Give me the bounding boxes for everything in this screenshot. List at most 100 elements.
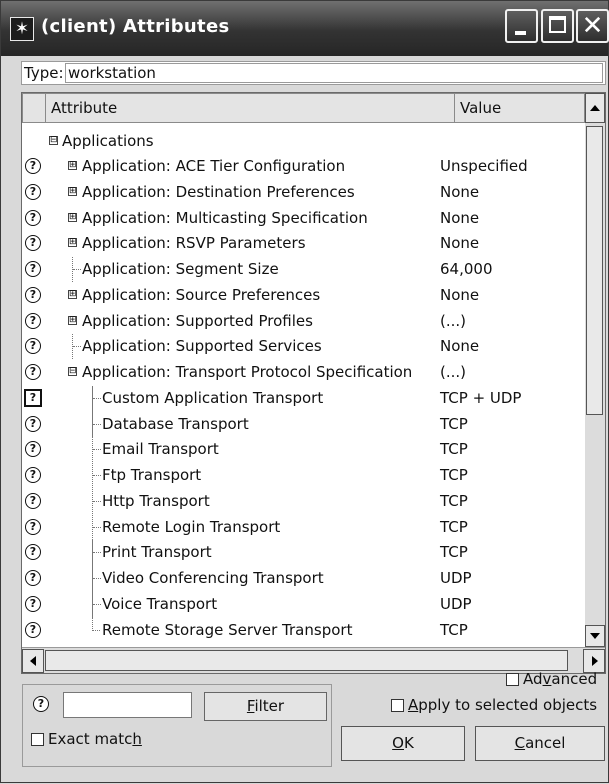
help-icon[interactable]: ? bbox=[25, 416, 41, 432]
help-icon[interactable]: ? bbox=[25, 596, 41, 612]
attribute-value[interactable]: TCP bbox=[440, 440, 468, 458]
table-row[interactable]: ? Remote Storage Server Transport TCP bbox=[22, 618, 585, 643]
apply-to-selected-checkbox[interactable] bbox=[391, 699, 404, 712]
help-icon[interactable]: ? bbox=[25, 622, 41, 638]
help-icon[interactable]: ? bbox=[25, 364, 41, 380]
table-row[interactable]: ? Ftp Transport TCP bbox=[22, 463, 585, 488]
table-row[interactable]: ? ⊞ Application: Multicasting Specificatio… bbox=[22, 206, 585, 231]
column-header-attribute[interactable]: Attribute bbox=[45, 93, 455, 123]
minimize-button[interactable] bbox=[505, 9, 538, 43]
help-cell: ? bbox=[22, 515, 45, 540]
column-header-value[interactable]: Value bbox=[454, 93, 585, 123]
attribute-value[interactable]: None bbox=[440, 234, 479, 252]
table-row[interactable]: ? ⊞ Application: RSVP Parameters None bbox=[22, 231, 585, 256]
help-cell: ? bbox=[22, 463, 45, 488]
help-icon[interactable]: ? bbox=[33, 696, 49, 712]
attribute-value[interactable]: TCP bbox=[440, 543, 468, 561]
table-row[interactable]: ? Database Transport TCP bbox=[22, 412, 585, 437]
table-row[interactable]: ? Voice Transport UDP bbox=[22, 592, 585, 617]
help-icon[interactable]: ? bbox=[25, 570, 41, 586]
table-row[interactable]: ? Print Transport TCP bbox=[22, 540, 585, 565]
table-row[interactable]: ? Email Transport TCP bbox=[22, 437, 585, 462]
help-icon[interactable]: ? bbox=[25, 544, 41, 560]
help-icon[interactable]: ? bbox=[25, 338, 41, 354]
help-icon[interactable]: ? bbox=[25, 261, 41, 277]
attribute-value[interactable]: TCP bbox=[440, 621, 468, 639]
attribute-value[interactable]: TCP bbox=[440, 518, 468, 536]
help-icon[interactable]: ? bbox=[25, 184, 41, 200]
expand-icon[interactable]: ⊞ bbox=[68, 238, 77, 247]
collapse-icon[interactable]: ⊟ bbox=[68, 367, 77, 376]
attribute-value[interactable]: (...) bbox=[440, 363, 466, 381]
filter-input[interactable] bbox=[63, 692, 192, 718]
close-button[interactable]: ✕ bbox=[576, 9, 609, 43]
table-row[interactable]: ? Video Conferencing Transport UDP bbox=[22, 566, 585, 591]
advanced-checkbox[interactable] bbox=[506, 673, 519, 686]
attribute-value[interactable]: UDP bbox=[440, 569, 472, 587]
expand-icon[interactable]: ⊞ bbox=[68, 161, 77, 170]
attribute-name: Email Transport bbox=[102, 440, 219, 458]
exact-match-checkbox[interactable] bbox=[31, 733, 44, 746]
table-row[interactable]: ? ⊞ Application: Destination Preferences No… bbox=[22, 180, 585, 205]
advanced-text-pre: Ad bbox=[523, 670, 543, 688]
help-icon[interactable]: ? bbox=[25, 210, 41, 226]
horizontal-scrollbar[interactable] bbox=[22, 647, 605, 673]
table-row[interactable]: ? ⊞ Application: Supported Profiles (...) bbox=[22, 309, 585, 334]
attribute-value[interactable]: Unspecified bbox=[440, 157, 528, 175]
cancel-button[interactable]: Cancel bbox=[475, 726, 605, 761]
attribute-name: Custom Application Transport bbox=[102, 389, 324, 407]
attribute-value[interactable]: TCP bbox=[440, 492, 468, 510]
table-row[interactable]: ? ⊞ Application: Source Preferences None bbox=[22, 283, 585, 308]
help-icon[interactable]: ? bbox=[25, 235, 41, 251]
collapse-icon[interactable]: ⊟ bbox=[49, 136, 58, 145]
horizontal-scroll-thumb[interactable] bbox=[45, 650, 568, 671]
ok-button[interactable]: OK bbox=[341, 726, 465, 761]
expand-icon[interactable]: ⊞ bbox=[68, 290, 77, 299]
exact-match-label[interactable]: Exact match bbox=[48, 730, 142, 748]
table-row[interactable]: ? Custom Application Transport TCP + UDP bbox=[22, 386, 585, 411]
help-icon[interactable]: ? bbox=[25, 158, 41, 174]
vertical-scroll-thumb[interactable] bbox=[586, 126, 603, 415]
vertical-scrollbar[interactable] bbox=[585, 123, 605, 625]
help-cell: ? bbox=[22, 206, 45, 231]
type-field[interactable]: workstation bbox=[65, 63, 603, 83]
expand-icon[interactable]: ⊞ bbox=[68, 187, 77, 196]
table-row[interactable]: ? ⊟ Application: Transport Protocol Specif… bbox=[22, 360, 585, 385]
help-icon[interactable]: ? bbox=[24, 389, 42, 407]
table-row[interactable]: ? Http Transport TCP bbox=[22, 489, 585, 514]
table-row[interactable]: ? Application: Segment Size 64,000 bbox=[22, 257, 585, 282]
help-icon[interactable]: ? bbox=[25, 287, 41, 303]
maximize-button[interactable] bbox=[541, 9, 574, 43]
attribute-value[interactable]: None bbox=[440, 183, 479, 201]
expand-icon[interactable]: ⊞ bbox=[68, 316, 77, 325]
attribute-value[interactable]: TCP + UDP bbox=[440, 389, 521, 407]
expand-icon[interactable]: ⊞ bbox=[68, 213, 77, 222]
attribute-value[interactable]: UDP bbox=[440, 595, 472, 613]
asterisk-app-icon[interactable]: ✶ bbox=[10, 17, 34, 41]
help-icon[interactable]: ? bbox=[25, 467, 41, 483]
help-icon[interactable]: ? bbox=[25, 519, 41, 535]
group-row-applications[interactable]: ⊟ Applications bbox=[22, 129, 585, 154]
apply-to-selected-label[interactable]: Apply to selected objects bbox=[408, 696, 597, 714]
title-bar[interactable]: ✶ (client) Attributes ✕ bbox=[1, 1, 609, 56]
exact-match-text: Exact matc bbox=[48, 730, 133, 748]
attribute-value[interactable]: (...) bbox=[440, 312, 466, 330]
scroll-down-button[interactable] bbox=[585, 625, 605, 647]
help-icon[interactable]: ? bbox=[25, 441, 41, 457]
attribute-value[interactable]: None bbox=[440, 209, 479, 227]
filter-button[interactable]: Filter bbox=[204, 692, 327, 721]
help-icon[interactable]: ? bbox=[25, 313, 41, 329]
attribute-value[interactable]: TCP bbox=[440, 466, 468, 484]
table-row[interactable]: ? ⊞ Application: ACE Tier Configuration Uns… bbox=[22, 154, 585, 179]
help-icon[interactable]: ? bbox=[25, 493, 41, 509]
scroll-up-button[interactable] bbox=[585, 93, 605, 123]
attribute-name: Application: Multicasting Specification bbox=[82, 209, 368, 227]
advanced-label[interactable]: Advanced bbox=[523, 670, 597, 688]
table-row[interactable]: ? Application: Supported Services None bbox=[22, 334, 585, 359]
table-row[interactable]: ? Remote Login Transport TCP bbox=[22, 515, 585, 540]
attribute-value[interactable]: TCP bbox=[440, 415, 468, 433]
scroll-left-button[interactable] bbox=[22, 649, 44, 673]
attribute-value[interactable]: None bbox=[440, 286, 479, 304]
attribute-value[interactable]: 64,000 bbox=[440, 260, 493, 278]
attribute-value[interactable]: None bbox=[440, 337, 479, 355]
